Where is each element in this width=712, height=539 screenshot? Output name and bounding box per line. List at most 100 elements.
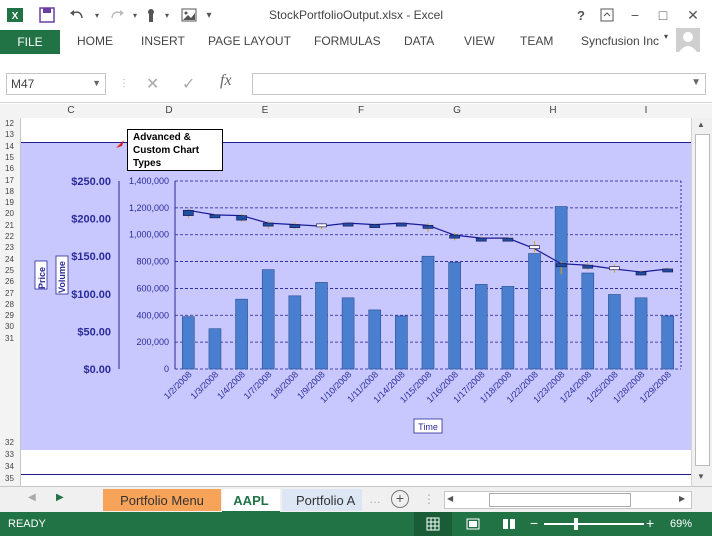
zoom-out-icon[interactable]: −: [530, 515, 538, 531]
row-header-25[interactable]: 25: [0, 266, 19, 275]
row-header-16[interactable]: 16: [0, 165, 19, 173]
column-header-h[interactable]: H: [505, 105, 601, 116]
zoom-slider[interactable]: [544, 523, 644, 525]
stock-chart[interactable]: 1,400,000 1,200,000 1,000,000 800,000 600,00…: [21, 143, 691, 451]
chart-container[interactable]: 1,400,000 1,200,000 1,000,000 800,000 600,00…: [21, 142, 691, 452]
row-header-29[interactable]: 29: [0, 312, 19, 320]
tab-formulas[interactable]: FORMULAS: [314, 34, 381, 48]
account-dropdown-icon[interactable]: ▾: [664, 32, 668, 41]
maximize-button[interactable]: □: [654, 6, 672, 24]
column-header-g[interactable]: G: [409, 105, 505, 116]
column-header-f[interactable]: F: [313, 105, 409, 116]
formula-bar: M47 ▼ ⋮ ✕ ✓ fx ▼: [0, 66, 712, 103]
account-name[interactable]: Syncfusion Inc: [581, 34, 659, 48]
status-text: READY: [8, 518, 46, 530]
column-header-e[interactable]: E: [217, 105, 313, 116]
row-header-19[interactable]: 19: [0, 199, 19, 207]
hscroll-right-icon[interactable]: ▶: [679, 494, 685, 503]
column-header-d[interactable]: D: [121, 105, 217, 116]
ribbon-display-icon[interactable]: [598, 6, 616, 24]
tab-file[interactable]: FILE: [0, 30, 60, 54]
row-header-21[interactable]: 21: [0, 221, 19, 230]
row-header-15[interactable]: 15: [0, 153, 19, 162]
column-header-i[interactable]: I: [601, 105, 691, 116]
scroll-up-icon[interactable]: ▲: [697, 120, 705, 129]
close-button[interactable]: ✕: [684, 6, 702, 24]
normal-view-button[interactable]: [414, 512, 452, 536]
volume-bar: [421, 255, 435, 370]
candle-body: [422, 225, 434, 229]
candle-body: [236, 215, 247, 221]
horizontal-scrollbar[interactable]: ◀ ▶: [444, 491, 692, 509]
tab-scroll-right-icon[interactable]: ▶: [56, 492, 64, 503]
volume-bar: [395, 315, 408, 370]
row-header-23[interactable]: 23: [0, 244, 19, 252]
zoom-slider-thumb[interactable]: [574, 518, 578, 530]
name-box-value: M47: [11, 77, 35, 91]
row-header-32[interactable]: 32: [0, 439, 19, 447]
candle-body: [662, 268, 674, 273]
row-header-26[interactable]: 26: [0, 278, 19, 286]
candle-body: [582, 264, 594, 269]
row-header-31[interactable]: 31: [0, 334, 19, 343]
divider-grip-icon[interactable]: ⋮: [423, 492, 435, 506]
sheet-rows-below[interactable]: [21, 450, 691, 475]
tab-view[interactable]: VIEW: [464, 34, 495, 48]
minimize-button[interactable]: −: [626, 6, 644, 24]
sheet-tab-portfolio-a[interactable]: Portfolio A: [282, 489, 362, 511]
row-header-12[interactable]: 12: [0, 120, 19, 128]
scroll-thumb[interactable]: [695, 134, 710, 466]
volume-bar: [368, 309, 382, 370]
name-box[interactable]: M47 ▼: [6, 73, 106, 95]
hscroll-left-icon[interactable]: ◀: [447, 494, 453, 503]
insert-function-icon[interactable]: fx: [220, 72, 232, 90]
row-header-13[interactable]: 13: [0, 131, 19, 139]
row-header-27[interactable]: 27: [0, 289, 19, 298]
volume-tick-label: 200,000: [136, 337, 169, 347]
tab-home[interactable]: HOME: [77, 34, 113, 48]
tab-scroll-left-icon[interactable]: ◀: [28, 492, 36, 503]
candle-body: [209, 214, 221, 219]
candle-body: [529, 245, 540, 250]
chevron-down-icon[interactable]: ▼: [92, 78, 101, 88]
help-icon[interactable]: ?: [572, 6, 590, 24]
vertical-scrollbar[interactable]: ▲ ▼: [691, 118, 712, 486]
zoom-in-icon[interactable]: +: [646, 515, 654, 531]
row-header-22[interactable]: 22: [0, 233, 19, 241]
sheet-tab-portfolio-menu[interactable]: Portfolio Menu: [103, 489, 221, 511]
sheet-tab-aapl[interactable]: AAPL: [222, 489, 280, 513]
callout-box[interactable]: Advanced & Custom Chart Types: [127, 129, 223, 171]
tab-team[interactable]: TEAM: [520, 34, 553, 48]
avatar[interactable]: [676, 28, 700, 52]
scroll-down-icon[interactable]: ▼: [697, 472, 705, 481]
candle-body: [502, 237, 514, 242]
tab-more-icon[interactable]: …: [369, 492, 381, 506]
tab-data[interactable]: DATA: [404, 34, 434, 48]
formula-input[interactable]: ▼: [252, 73, 706, 95]
row-header-33[interactable]: 33: [0, 451, 19, 459]
row-header-24[interactable]: 24: [0, 255, 19, 264]
row-header-28[interactable]: 28: [0, 300, 19, 309]
row-header-20[interactable]: 20: [0, 210, 19, 218]
row-header-14[interactable]: 14: [0, 142, 19, 151]
page-layout-view-icon[interactable]: [466, 518, 480, 533]
volume-bar: [608, 294, 621, 370]
tab-insert[interactable]: INSERT: [141, 34, 185, 48]
price-tick-label: $150.00: [71, 251, 111, 263]
hscroll-thumb[interactable]: [489, 493, 631, 507]
row-header-18[interactable]: 18: [0, 187, 19, 196]
row-header-34[interactable]: 34: [0, 463, 19, 471]
column-header-c[interactable]: C: [21, 105, 121, 116]
zoom-level[interactable]: 69%: [670, 518, 692, 530]
page-break-view-icon[interactable]: [502, 518, 516, 533]
cancel-icon[interactable]: ✕: [146, 74, 159, 94]
new-sheet-icon[interactable]: +: [391, 490, 409, 508]
candle-body: [635, 271, 647, 276]
row-header-30[interactable]: 30: [0, 323, 19, 331]
expand-formula-icon[interactable]: ▼: [691, 77, 701, 88]
tab-page-layout[interactable]: PAGE LAYOUT: [208, 34, 291, 48]
enter-icon[interactable]: ✓: [182, 74, 195, 94]
x-tick-label: 1/3/2008: [189, 369, 221, 401]
row-header-35[interactable]: 35: [0, 475, 19, 483]
row-header-17[interactable]: 17: [0, 176, 19, 185]
